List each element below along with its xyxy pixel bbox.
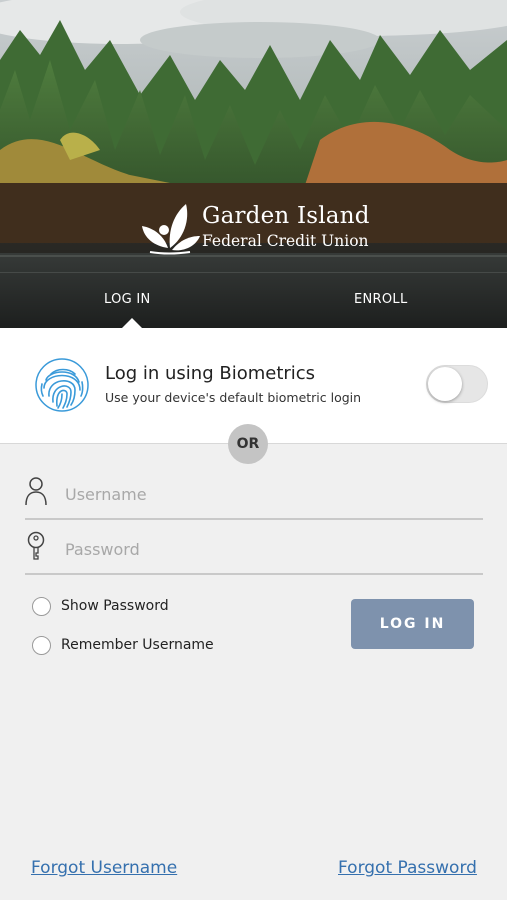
toggle-knob <box>428 367 462 401</box>
fingerprint-icon <box>35 358 89 412</box>
active-tab-indicator <box>122 318 142 328</box>
tab-enroll[interactable]: ENROLL <box>354 292 408 307</box>
show-password-label: Show Password <box>61 598 169 614</box>
biometric-subtitle: Use your device's default biometric logi… <box>105 390 362 405</box>
leaf-icon <box>142 204 200 255</box>
brand-name: Garden Island <box>202 203 370 229</box>
hero-banner: Garden Island Federal Credit Union LOG I… <box>0 0 507 328</box>
forgot-password-link[interactable]: Forgot Password <box>338 858 477 878</box>
or-divider: OR <box>228 424 268 464</box>
remember-username-checkbox[interactable] <box>32 636 51 655</box>
username-input[interactable] <box>65 480 465 508</box>
biometric-toggle[interactable] <box>426 365 488 403</box>
username-field <box>25 470 483 520</box>
tab-log-in[interactable]: LOG IN <box>104 292 151 307</box>
biometric-title: Log in using Biometrics <box>105 363 316 384</box>
user-icon <box>25 477 47 506</box>
show-password-checkbox[interactable] <box>32 597 51 616</box>
brand-logo: Garden Island Federal Credit Union <box>140 200 380 256</box>
forgot-username-link[interactable]: Forgot Username <box>31 858 177 878</box>
remember-username-label: Remember Username <box>61 637 214 653</box>
password-field <box>25 525 483 575</box>
landscape-image <box>0 0 507 328</box>
brand-subtitle: Federal Credit Union <box>202 232 369 250</box>
auth-tabs: LOG IN ENROLL <box>0 282 507 328</box>
password-input[interactable] <box>65 535 465 563</box>
log-in-button[interactable]: LOG IN <box>351 599 474 649</box>
key-icon <box>27 531 45 560</box>
